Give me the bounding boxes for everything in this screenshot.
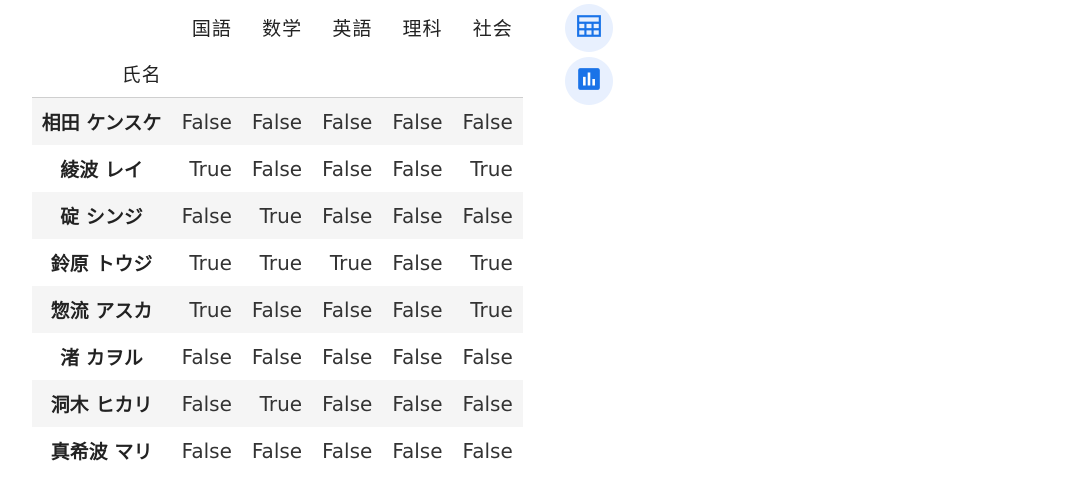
table-cell: False <box>392 203 443 228</box>
table-cell: False <box>322 156 373 181</box>
table-cell: False <box>462 109 513 134</box>
row-label: 渚 カヲル <box>60 347 144 369</box>
index-name-spacer <box>382 50 452 98</box>
convert-to-interactive-table-button[interactable] <box>565 4 613 52</box>
header-blank <box>32 4 172 50</box>
table-body: 相田 ケンスケ False False False False False 綾波 レイ Tru… <box>32 97 523 475</box>
row-label: 碇 シンジ <box>60 206 144 228</box>
table-cell: True <box>329 250 373 275</box>
table-cell: False <box>322 203 373 228</box>
row-label: 相田 ケンスケ <box>42 112 162 134</box>
table-row: 渚 カヲル False False False False False <box>32 333 523 380</box>
row-label: 惣流 アスカ <box>51 300 153 322</box>
table-row: 綾波 レイ True False False False True <box>32 145 523 192</box>
row-label: 鈴原 トウジ <box>51 253 153 275</box>
table-cell: False <box>251 438 303 463</box>
column-header: 国語 <box>191 17 232 40</box>
table-cell: False <box>251 109 303 134</box>
table-cell: False <box>322 438 373 463</box>
table-cell: False <box>181 203 232 228</box>
column-header: 理科 <box>402 17 443 40</box>
column-header-row: 国語 数学 英語 理科 社会 <box>32 4 523 50</box>
dataframe-table: 国語 数学 英語 理科 社会 氏名 相田 ケンスケ False False False… <box>32 4 523 474</box>
table-cell: False <box>392 250 443 275</box>
table-cell: False <box>251 297 303 322</box>
table-cell: False <box>392 297 443 322</box>
table-cell: False <box>462 438 513 463</box>
table-cell: False <box>322 297 373 322</box>
table-cell: False <box>462 203 513 228</box>
index-name-spacer <box>453 50 523 98</box>
table-cell: False <box>181 391 232 416</box>
suggest-charts-button[interactable] <box>565 57 613 105</box>
table-cell: False <box>392 391 443 416</box>
table-cell: True <box>470 250 513 275</box>
table-cell: False <box>322 391 373 416</box>
table-cell: False <box>462 344 513 369</box>
table-row: 洞木 ヒカリ False True False False False <box>32 380 523 427</box>
table-row: 鈴原 トウジ True True True False True <box>32 239 523 286</box>
table-cell: True <box>259 250 303 275</box>
index-name: 氏名 <box>121 64 162 86</box>
table-grid-icon <box>576 13 602 43</box>
table-cell: False <box>181 438 232 463</box>
table-cell: True <box>259 203 303 228</box>
table-cell: False <box>392 344 443 369</box>
index-name-spacer <box>242 50 312 98</box>
table-cell: True <box>189 250 232 275</box>
column-header: 数学 <box>262 17 303 40</box>
table-row: 真希波 マリ False False False False False <box>32 427 523 474</box>
index-name-row: 氏名 <box>32 50 523 98</box>
notebook-output: 国語 数学 英語 理科 社会 氏名 相田 ケンスケ False False False… <box>0 0 1092 482</box>
row-label: 真希波 マリ <box>51 441 153 463</box>
table-cell: True <box>259 391 303 416</box>
table-cell: False <box>251 156 303 181</box>
table-cell: True <box>470 156 513 181</box>
table-cell: False <box>181 344 232 369</box>
table-cell: False <box>392 109 443 134</box>
table-cell: True <box>189 297 232 322</box>
bar-chart-icon <box>576 66 602 96</box>
table-cell: True <box>189 156 232 181</box>
table-row: 惣流 アスカ True False False False True <box>32 286 523 333</box>
table-cell: False <box>322 109 373 134</box>
row-label: 洞木 ヒカリ <box>51 394 153 416</box>
table-row: 碇 シンジ False True False False False <box>32 192 523 239</box>
table-cell: False <box>392 438 443 463</box>
table-cell: False <box>322 344 373 369</box>
index-name-spacer <box>172 50 242 98</box>
index-name-spacer <box>312 50 382 98</box>
column-header: 英語 <box>332 17 373 40</box>
table-row: 相田 ケンスケ False False False False False <box>32 97 523 145</box>
column-header: 社会 <box>472 17 513 40</box>
table-cell: False <box>462 391 513 416</box>
table-cell: True <box>470 297 513 322</box>
row-label: 綾波 レイ <box>60 159 144 181</box>
table-cell: False <box>251 344 303 369</box>
table-cell: False <box>181 109 232 134</box>
table-cell: False <box>392 156 443 181</box>
